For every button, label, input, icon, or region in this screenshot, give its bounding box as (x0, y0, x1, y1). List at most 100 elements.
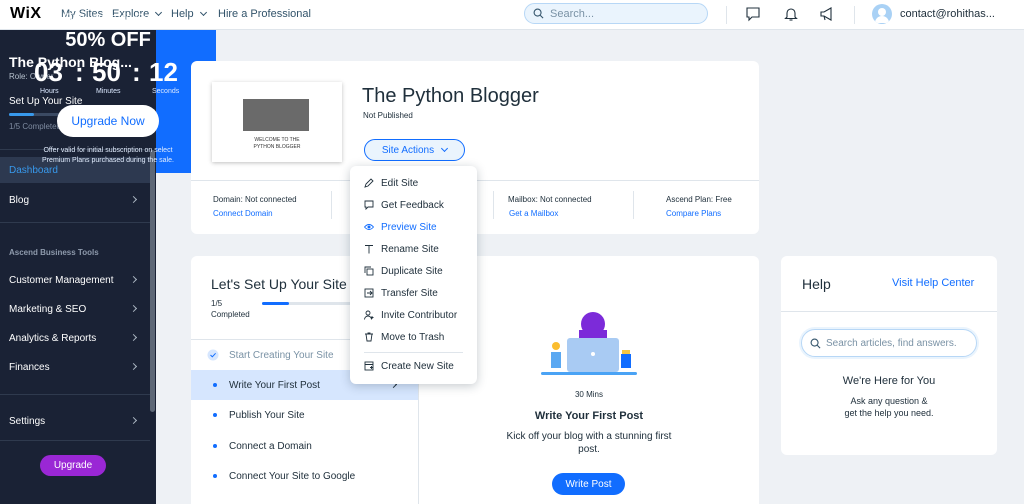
trash-icon (365, 332, 373, 342)
step-label: Start Creating Your Site (229, 349, 334, 361)
step-label: Connect Your Site to Google (229, 470, 356, 482)
site-actions-menu: Edit Site Get Feedback Preview Site Rena… (350, 166, 477, 384)
sidebar-item-analytics-reports[interactable]: Analytics & Reports (0, 325, 150, 351)
bell-icon[interactable] (783, 6, 799, 22)
search-icon (533, 8, 544, 19)
chevron-right-icon (129, 304, 138, 313)
pencil-icon (364, 178, 374, 188)
sidebar-item-label: Blog (9, 194, 30, 206)
sidebar-item-marketing-seo[interactable]: Marketing & SEO (0, 296, 150, 322)
menu-item-label: Get Feedback (381, 199, 444, 211)
search-placeholder: Search... (550, 7, 595, 20)
sidebar-item-finances[interactable]: Finances (0, 354, 150, 380)
menu-item-preview-site[interactable]: Preview Site (350, 216, 477, 238)
sidebar-item-label: Customer Management (9, 274, 114, 286)
write-post-button[interactable]: Write Post (552, 473, 625, 495)
menu-item-label: Create New Site (381, 360, 454, 372)
menu-item-label: Invite Contributor (381, 309, 458, 321)
divider (0, 222, 150, 223)
bullet-icon (213, 383, 217, 387)
sidebar: The Python Blog... Role: Owner Set Up Yo… (0, 30, 156, 504)
nav-hire-professional[interactable]: Hire a Professional (218, 8, 311, 20)
promo-offer: 50% OFF (65, 29, 151, 51)
detail-title: Write Your First Post (534, 410, 644, 422)
menu-item-duplicate-site[interactable]: Duplicate Site (350, 260, 477, 282)
sidebar-item-label: Finances (9, 361, 50, 373)
menu-item-label: Transfer Site (381, 287, 438, 299)
divider (633, 191, 634, 219)
search-input[interactable]: Search... (524, 3, 708, 24)
domain-status: Domain: Not connected (213, 195, 297, 204)
countdown-separator: : (132, 57, 141, 87)
countdown-minutes: 50 (92, 57, 121, 87)
divider (364, 352, 463, 353)
help-text: get the help you need. (844, 408, 934, 418)
eye-icon (364, 224, 374, 230)
step-connect-domain[interactable]: Connect a Domain (191, 431, 418, 461)
menu-item-label: Preview Site (381, 221, 437, 233)
detail-description: Kick off your blog with a stunning first (506, 431, 672, 442)
person-add-icon (364, 310, 374, 320)
menu-item-label: Edit Site (381, 177, 419, 189)
sidebar-item-settings[interactable]: Settings (0, 408, 150, 434)
help-search-placeholder: Search articles, find answers. (826, 337, 957, 349)
sidebar-item-label: Settings (9, 415, 46, 427)
upgrade-now-button[interactable]: Upgrade Now (57, 105, 159, 137)
site-thumbnail[interactable]: WELCOME TO THE PYTHON BLOGGER (212, 82, 342, 162)
setup-completed-label: Completed (211, 310, 250, 319)
connect-domain-link[interactable]: Connect Domain (213, 209, 273, 218)
menu-item-edit-site[interactable]: Edit Site (350, 172, 477, 194)
promo-headline: Final Hours to Get (63, 12, 153, 24)
divider (0, 440, 150, 441)
duplicate-icon (364, 266, 374, 276)
sidebar-scrollbar[interactable] (150, 150, 155, 412)
detail-time: 30 Mins (574, 390, 603, 399)
avatar[interactable] (872, 4, 892, 24)
setup-title: Let's Set Up Your Site (211, 276, 347, 292)
upgrade-button[interactable]: Upgrade (40, 455, 106, 476)
countdown-seconds: 12 (149, 57, 178, 87)
nav-label: Hire a Professional (218, 8, 311, 20)
setup-progress-fill (262, 302, 289, 305)
step-label: Publish Your Site (229, 409, 305, 421)
menu-item-create-new-site[interactable]: Create New Site (350, 355, 477, 377)
divider (331, 191, 332, 219)
help-center-link[interactable]: Visit Help Center (892, 277, 974, 289)
divider (0, 394, 150, 395)
step-connect-google[interactable]: Connect Your Site to Google (191, 461, 418, 491)
step-label: Write Your First Post (229, 379, 320, 391)
sidebar-item-blog[interactable]: Blog (0, 187, 150, 213)
hours-label: Hours (40, 88, 59, 95)
menu-item-transfer-site[interactable]: Transfer Site (350, 282, 477, 304)
help-search-input[interactable]: Search articles, find answers. (801, 329, 977, 357)
promo-note: Premium Plans purchased during the sale. (42, 157, 174, 164)
divider (854, 6, 855, 24)
menu-item-get-feedback[interactable]: Get Feedback (350, 194, 477, 216)
menu-item-rename-site[interactable]: Rename Site (350, 238, 477, 260)
megaphone-icon[interactable] (819, 6, 835, 22)
user-email[interactable]: contact@rohithas... (900, 8, 995, 20)
site-actions-label: Site Actions (381, 144, 435, 156)
divider (493, 191, 494, 219)
menu-item-move-to-trash[interactable]: Move to Trash (350, 326, 477, 348)
get-mailbox-link[interactable]: Get a Mailbox (509, 209, 558, 218)
menu-item-invite-contributor[interactable]: Invite Contributor (350, 304, 477, 326)
chat-icon[interactable] (745, 6, 761, 22)
thumbnail-text: WELCOME TO THE (254, 137, 300, 143)
mailbox-status: Mailbox: Not connected (508, 195, 592, 204)
thumbnail-image (243, 99, 309, 131)
compare-plans-link[interactable]: Compare Plans (666, 209, 721, 218)
bullet-icon (213, 413, 217, 417)
step-publish-site[interactable]: Publish Your Site (191, 400, 418, 430)
promo-note: Offer valid for initial subscription on … (43, 147, 173, 154)
sidebar-item-customer-management[interactable]: Customer Management (0, 267, 150, 293)
section-label: Ascend Business Tools (9, 248, 99, 257)
check-icon (207, 349, 219, 361)
transfer-icon (364, 288, 374, 298)
seconds-label: Seconds (152, 88, 180, 95)
site-actions-button[interactable]: Site Actions (364, 139, 465, 161)
chevron-right-icon (129, 195, 138, 204)
new-site-icon (364, 361, 374, 371)
setup-completed: 1/5 Completed (9, 122, 62, 131)
site-title: The Python Blogger (362, 85, 539, 107)
